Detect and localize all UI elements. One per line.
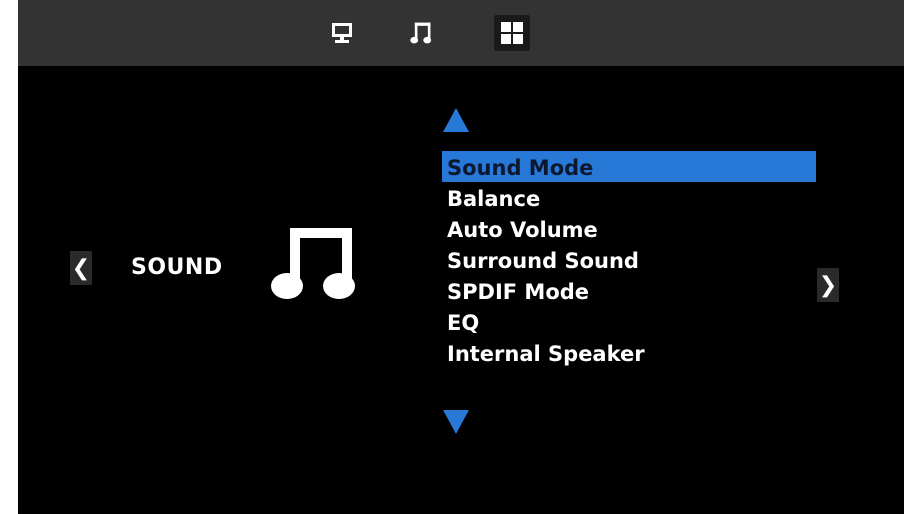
tab-display[interactable] (324, 15, 360, 51)
menu-item-eq[interactable]: EQ (442, 306, 816, 337)
music-note-icon (410, 22, 432, 44)
chevron-right-icon: ❯ (818, 272, 838, 298)
monitor-icon (332, 23, 352, 43)
scroll-down-arrow-icon[interactable] (442, 408, 470, 436)
menu-item-balance[interactable]: Balance (442, 182, 816, 213)
chevron-left-icon: ❮ (71, 255, 91, 281)
menu-item-spdif-mode[interactable]: SPDIF Mode (442, 275, 816, 306)
top-tab-bar (18, 0, 904, 66)
category-title: SOUND (131, 255, 223, 280)
grid-icon (501, 22, 523, 44)
music-note-icon (271, 228, 355, 299)
menu-item-sound-mode[interactable]: Sound Mode (442, 151, 816, 182)
sound-settings-menu: Sound Mode Balance Auto Volume Surround … (442, 151, 816, 368)
menu-item-internal-speaker[interactable]: Internal Speaker (442, 337, 816, 368)
scroll-up-arrow-icon[interactable] (442, 106, 470, 134)
osd-menu: ❮ SOUND Sound Mode Balance Auto Volume S… (18, 0, 904, 514)
tab-sound[interactable] (404, 15, 440, 51)
prev-category-button[interactable]: ❮ (70, 251, 92, 285)
tab-apps[interactable] (494, 15, 530, 51)
menu-item-surround-sound[interactable]: Surround Sound (442, 244, 816, 275)
menu-item-auto-volume[interactable]: Auto Volume (442, 213, 816, 244)
next-category-button[interactable]: ❯ (817, 268, 839, 302)
